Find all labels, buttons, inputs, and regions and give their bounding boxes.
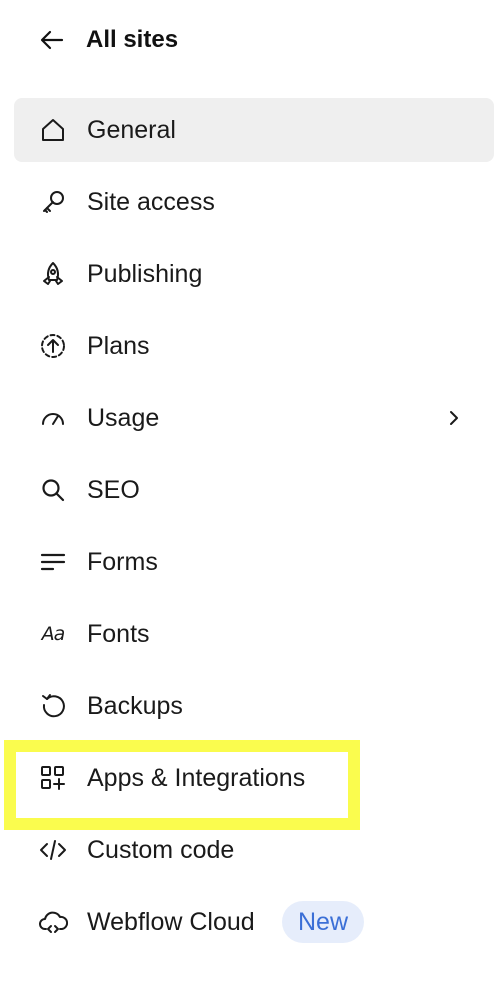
back-button[interactable] [38, 26, 66, 54]
new-badge: New [282, 901, 365, 943]
nav-item-label: Plans [87, 331, 150, 360]
nav-item-custom-code[interactable]: Custom code [14, 818, 494, 882]
nav-item-label: General [87, 115, 176, 144]
nav-item-site-access[interactable]: Site access [14, 170, 494, 234]
nav-item-label: Backups [87, 691, 183, 720]
rocket-icon [38, 259, 68, 289]
cloud-code-icon [38, 907, 68, 937]
nav-item-fonts[interactable]: Aa Fonts [14, 602, 494, 666]
nav-item-webflow-cloud[interactable]: Webflow Cloud New [14, 890, 494, 954]
nav-item-backups[interactable]: Backups [14, 674, 494, 738]
nav-item-forms[interactable]: Forms [14, 530, 494, 594]
nav-item-usage[interactable]: Usage [14, 386, 494, 450]
key-icon [38, 187, 68, 217]
nav-item-label: Usage [87, 403, 160, 432]
font-icon: Aa [41, 623, 66, 645]
sidebar-header: All sites [38, 20, 178, 60]
nav-item-general[interactable]: General [14, 98, 494, 162]
settings-nav: General Site access Publishing Plans Usa… [14, 98, 494, 962]
arrow-left-icon [40, 30, 64, 50]
nav-item-label: SEO [87, 475, 140, 504]
home-icon [38, 115, 68, 145]
nav-item-label: Site access [87, 187, 215, 216]
page-title[interactable]: All sites [86, 26, 178, 54]
chevron-right-icon [446, 408, 462, 428]
nav-item-label: Custom code [87, 835, 235, 864]
nav-item-label: Fonts [87, 619, 150, 648]
plan-upgrade-icon [38, 331, 68, 361]
search-icon [38, 475, 68, 505]
restore-icon [38, 691, 68, 721]
nav-item-label: Publishing [87, 259, 203, 288]
nav-item-publishing[interactable]: Publishing [14, 242, 494, 306]
nav-item-plans[interactable]: Plans [14, 314, 494, 378]
nav-item-apps-integrations[interactable]: Apps & Integrations [14, 746, 494, 810]
form-lines-icon [38, 547, 68, 577]
code-icon [38, 835, 68, 865]
nav-item-seo[interactable]: SEO [14, 458, 494, 522]
apps-grid-icon [38, 763, 68, 793]
gauge-icon [38, 403, 68, 433]
nav-item-label: Apps & Integrations [87, 763, 306, 792]
nav-item-label: Webflow Cloud [87, 907, 255, 936]
nav-item-label: Forms [87, 547, 158, 576]
